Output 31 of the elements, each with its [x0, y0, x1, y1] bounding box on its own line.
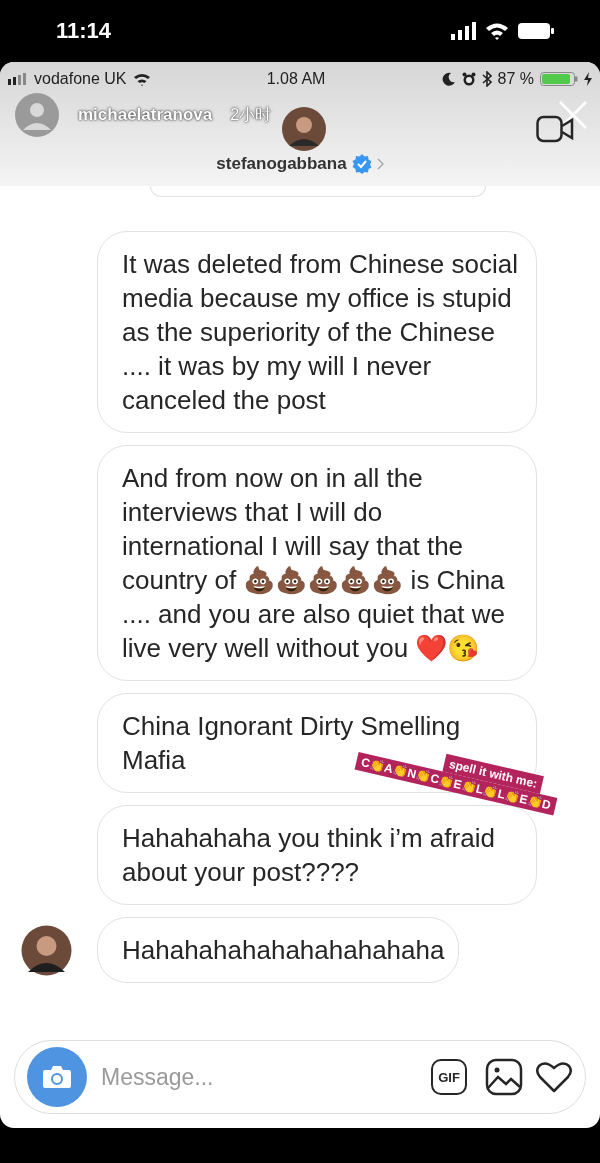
clock-time: 11:14: [56, 18, 112, 44]
wifi-icon: [485, 22, 509, 40]
charging-icon: [584, 72, 592, 86]
alarm-clock-icon: [461, 72, 476, 86]
message-bubble: Hahahahahahahahahahaha: [97, 917, 460, 983]
carrier-name: vodafone UK: [34, 70, 127, 88]
status-time: 1.08 AM: [266, 70, 326, 88]
moon-icon: [441, 72, 456, 86]
battery-icon: [540, 72, 578, 86]
chat-username[interactable]: stefanogabbana: [216, 154, 347, 174]
camera-button[interactable]: [27, 1047, 87, 1107]
story-age: 2小时: [230, 104, 272, 125]
message-field[interactable]: Message...: [99, 1062, 419, 1092]
avatar: [14, 92, 60, 138]
image-icon[interactable]: [485, 1058, 523, 1096]
signal-icon: [8, 73, 28, 85]
battery-icon: [517, 22, 555, 40]
bluetooth-icon: [481, 71, 492, 87]
camera-icon: [42, 1065, 72, 1089]
signal-icon: [451, 22, 477, 40]
message-bubble: It was deleted from Chinese social media because my office is stupid as the superiority of the Chinese .... it was by my will I never canceled the post: [97, 231, 537, 433]
chevron-right-icon: [376, 158, 384, 170]
avatar: [281, 106, 327, 152]
heart-icon[interactable]: [535, 1060, 573, 1094]
wifi-icon: [132, 72, 151, 86]
story-username: michaelatranova: [78, 105, 213, 125]
video-camera-icon[interactable]: [536, 114, 574, 144]
gif-button[interactable]: GIF: [431, 1059, 467, 1095]
close-icon[interactable]: [558, 100, 588, 130]
message-bubble: And from now on in all the interviews that I will do international I will say that the country of 💩💩💩💩💩 is China .... and you are also quiet that we live very well without you ❤😘: [97, 445, 537, 681]
battery-percent: 87 %: [497, 70, 534, 88]
